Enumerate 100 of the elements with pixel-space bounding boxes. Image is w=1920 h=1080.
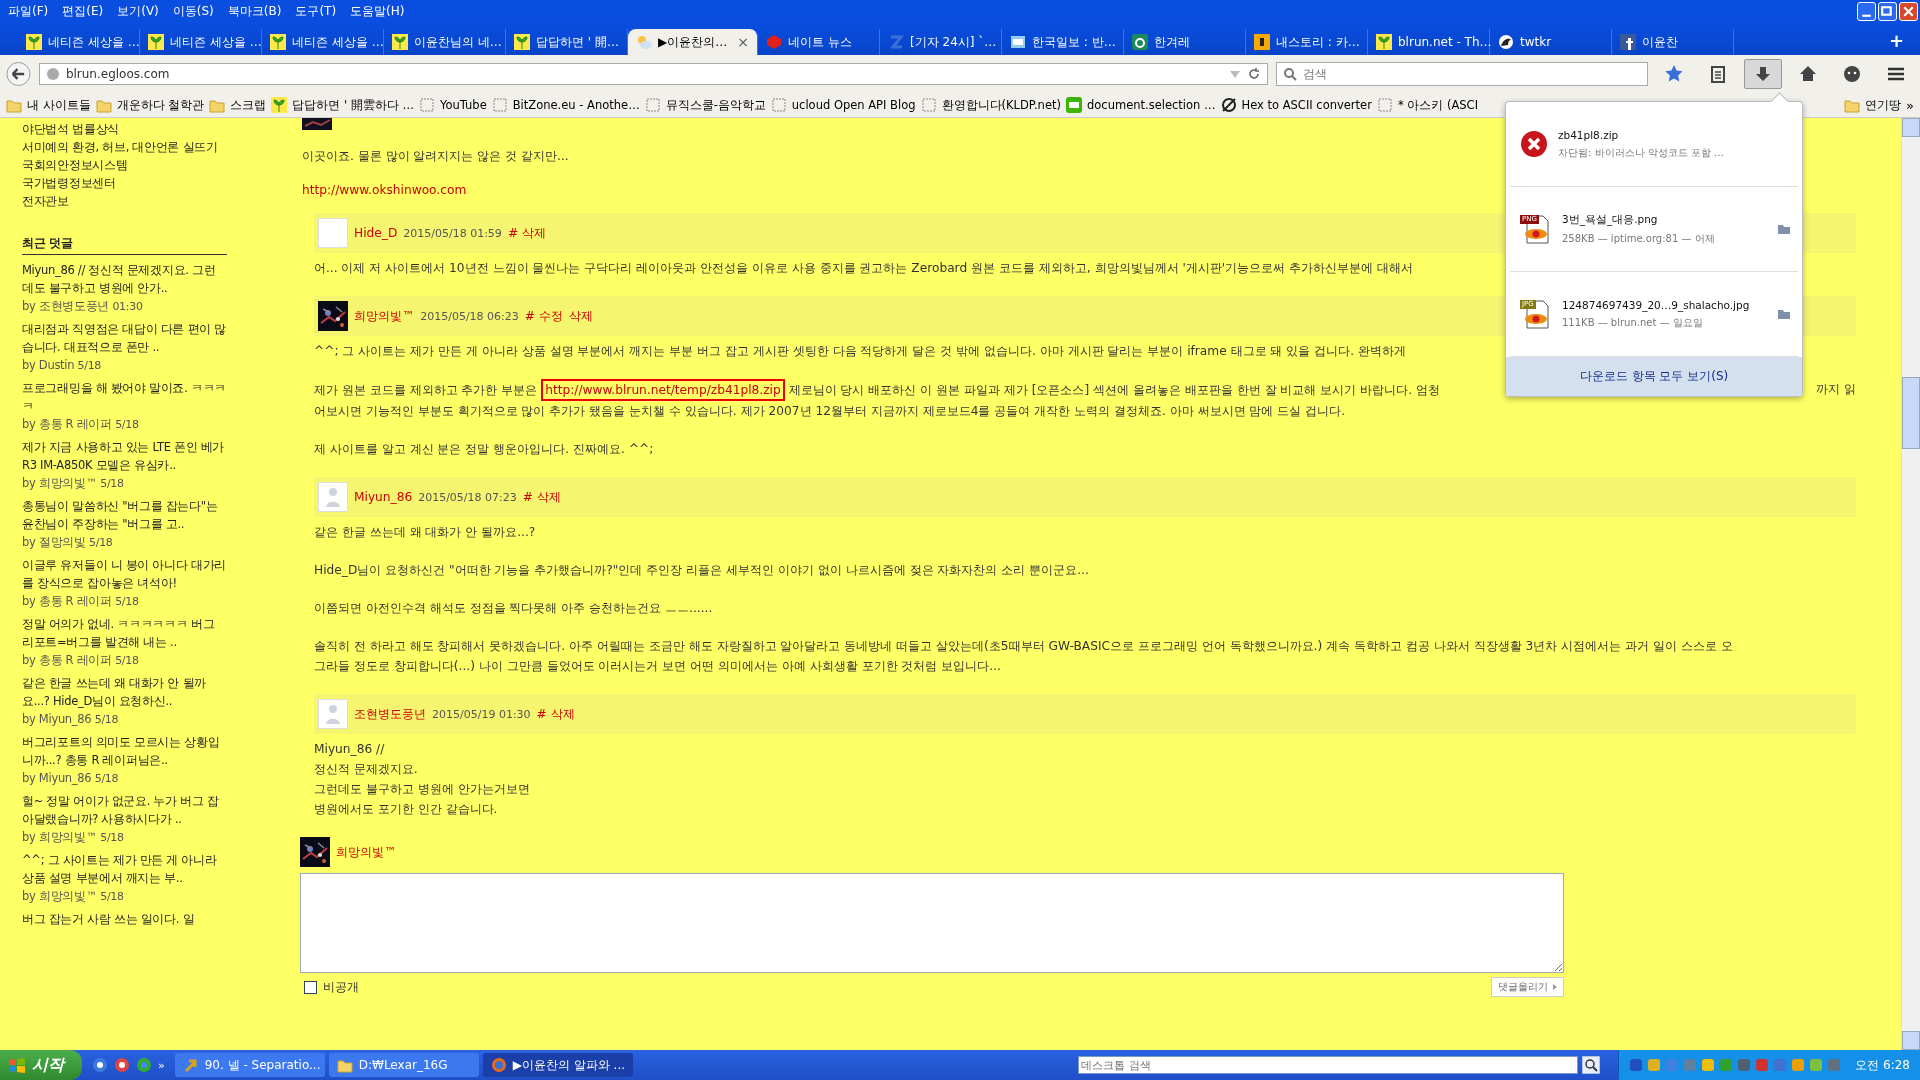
maximize-button[interactable] xyxy=(1878,2,1897,21)
checkbox[interactable] xyxy=(304,980,317,994)
menu-item[interactable]: 편집(E) xyxy=(62,2,104,20)
recent-comment-link[interactable]: Miyun_86 // 정신적 문제겠지요. 그런데도 불구하고 병원에 안가.. xyxy=(22,261,227,297)
bookmark-link[interactable]: BitZone.eu - Anothe… xyxy=(512,98,640,112)
globe-icon xyxy=(490,1057,507,1073)
submit-button[interactable]: 댓글올리기 xyxy=(1490,977,1564,997)
more-button[interactable]: » xyxy=(158,1058,165,1072)
show-all-downloads-button[interactable]: 다운로드 항목 모두 보기(S) xyxy=(1506,357,1802,396)
bookmark-link[interactable]: document.selection … xyxy=(1087,98,1216,112)
recent-comment-link[interactable]: 총통님이 말씀하신 "버그를 잡는다"는 윤찬님이 주장하는 "버그를 고.. xyxy=(22,497,227,533)
sidebar-link[interactable]: 국가법령정보센터 xyxy=(22,174,227,192)
scrollbar[interactable] xyxy=(1901,118,1920,1050)
comment-action-link[interactable]: # 삭제 xyxy=(507,224,546,242)
recent-comment-link[interactable]: ^^; 그 사이트는 제가 만든 게 아니라 상품 설명 부분에서 깨지는 부.. xyxy=(22,851,227,887)
close-button[interactable] xyxy=(1899,2,1918,21)
menu-item[interactable]: 도움말(H) xyxy=(350,2,405,20)
page-icon xyxy=(491,97,508,113)
sprout-icon xyxy=(271,97,288,113)
sidebar-link[interactable]: 전자관보 xyxy=(22,192,227,210)
comment-action-link[interactable]: 삭제 xyxy=(568,307,593,325)
bookmark-link[interactable]: ucloud Open API Blog xyxy=(791,98,916,112)
bookmark-link[interactable]: Hex to ASCII converter xyxy=(1241,98,1372,112)
comment-action-link[interactable]: # 삭제 xyxy=(536,705,575,723)
highlighted-link[interactable]: http://www.blrun.net/temp/zb41pl8.zip xyxy=(541,379,785,401)
tray-icon xyxy=(1665,1058,1680,1072)
taskbar-button[interactable]: D:₩Lexar_16G xyxy=(328,1053,479,1077)
search-icon xyxy=(1582,1056,1601,1074)
link[interactable]: http://www.okshinwoo.com xyxy=(302,183,467,197)
sidebar-link[interactable]: 국회의안정보시스템 xyxy=(22,156,227,174)
recent-comment-link[interactable]: 헐~ 정말 어이가 없군요. 누가 버그 잡아달랬습니까? 사용하시다가 .. xyxy=(22,792,227,828)
menu-item[interactable]: 북마크(B) xyxy=(227,2,282,20)
download-icon[interactable] xyxy=(1744,59,1782,89)
recent-comment-link[interactable]: 버그 잡는거 사람 쓰는 일이다. 일 xyxy=(22,910,227,928)
close-tab-button[interactable]: × xyxy=(737,34,749,50)
tray-icon xyxy=(1791,1058,1806,1072)
bookmark-link[interactable]: YouTube xyxy=(439,98,487,112)
recent-comment-link[interactable]: 같은 한글 쓰는데 왜 대화가 안 될까요...? Hide_D님이 요청하신.. xyxy=(22,674,227,710)
comment-action-link[interactable]: # 삭제 xyxy=(522,488,561,506)
folder-icon xyxy=(209,97,226,113)
comment-input[interactable] xyxy=(300,873,1564,973)
menu-item[interactable]: 보기(V) xyxy=(117,2,159,20)
bookmark-link[interactable]: 뮤직스쿨-음악학교 xyxy=(665,97,766,113)
more-bookmarks-button[interactable]: » xyxy=(1906,97,1914,113)
page-icon xyxy=(418,97,435,113)
scroll-thumb[interactable] xyxy=(1902,377,1920,449)
back-button[interactable] xyxy=(6,61,31,87)
taskbar-button[interactable]: 90. 넬 - Separatio... xyxy=(174,1053,325,1077)
menu-item[interactable]: 이동(S) xyxy=(172,2,214,20)
bookmark-link[interactable]: 내 사이트들 xyxy=(27,97,91,113)
address-bar[interactable]: blrun.egloos.com xyxy=(38,63,1268,85)
stripe-icon xyxy=(888,34,904,50)
bookmark-folder[interactable]: 연기땅 xyxy=(1865,97,1902,113)
folder-icon xyxy=(95,97,112,113)
comment-byline: by Miyun_86 5/18 xyxy=(22,711,120,728)
new-tab-button[interactable]: + xyxy=(1872,30,1920,55)
recent-comment-link[interactable]: 대리점과 직영점은 대답이 다른 편이 많습니다. 대표적으로 폰만 .. xyxy=(22,320,227,356)
comment-author: Hide_D xyxy=(354,226,398,240)
recent-comment-link[interactable]: 이글루 유저들이 니 봉이 아니다 대가리를 장식으로 잡아놓은 녀석아! xyxy=(22,556,227,592)
comment-action-link[interactable]: # 수정 xyxy=(524,307,563,325)
menu-item[interactable]: 파일(F) xyxy=(8,2,49,20)
recent-comment-link[interactable]: 정말 어의가 없네. ㅋㅋㅋㅋㅋㅋ 버그 리포트=버그를 발견해 내는 .. xyxy=(22,615,227,651)
browser-tab[interactable]: ▶이윤찬의… × xyxy=(628,29,758,55)
bookmark-link[interactable]: 개운하다 철학관 xyxy=(116,97,205,113)
recent-comment-link[interactable]: 제가 지금 사용하고 있는 LTE 폰인 베가R3 IM-A850K 모델은 유심카.. xyxy=(22,438,227,474)
sidebar-link[interactable]: 야단법석 법률상식 xyxy=(22,120,227,138)
comment-text: Hide_D님이 요청하신건 "어떠한 기능을 추가했습니까?"인데 주인장 리플은 세부적인 이야기 없이 나르시즘에 젖은 자화자찬의 소리 뿐이군요... xyxy=(314,562,1089,579)
paragraph: 이곳이죠. 물론 많이 알려지지는 않은 것 같지만... xyxy=(302,148,569,165)
comment-date: 2015/05/19 01:30 xyxy=(432,707,531,721)
comment-byline: by 희망의빛™ 5/18 xyxy=(22,829,125,846)
comment-byline: by 절망의빛 5/18 xyxy=(22,534,114,551)
bookmark-link[interactable]: 환영합니다(KLDP.net) xyxy=(941,97,1061,113)
bookmark-link[interactable]: 답답하면 ' 開雲하다 … xyxy=(292,97,414,113)
bookmark-link[interactable]: 스크랩 xyxy=(230,97,267,113)
comment-text: 병원에서도 포기한 인간 같습니다. xyxy=(314,801,498,818)
bookmark-link[interactable]: * 아스키 (ASCI xyxy=(1397,97,1479,113)
tile-icon xyxy=(1010,34,1026,50)
taskbar-button[interactable]: ▶이윤찬의 알파와 ... xyxy=(482,1053,633,1077)
recent-comment-link[interactable]: 프로그래밍을 해 봤어야 말이죠. ㅋㅋㅋㅋ xyxy=(22,379,227,415)
tray-icon xyxy=(1647,1058,1662,1072)
sprout-icon xyxy=(148,34,164,50)
desktop-search-field[interactable]: 데스크톱 검색 xyxy=(1078,1056,1579,1074)
comment-text: ^^; 그 사이트는 제가 만든 게 아니라 상품 설명 부분에서 깨지는 부분 버그 잡고 게시판 셋팅한 다음 적당하게 달은 것 밖에 없습니다. 아마 게시판 달리는 부분이 iframe 태그로 돼 있을 겁니다. 완벽하게 xyxy=(314,343,1406,360)
recent-comment-link[interactable]: 버그리포트의 의미도 모르시는 상황입니까...? 총통 R 레이퍼님은.. xyxy=(22,733,227,769)
minimize-button[interactable] xyxy=(1857,2,1876,21)
avatar-icon xyxy=(318,699,348,729)
commenter-name: 희망의빛™ xyxy=(336,843,397,861)
comment-date: 2015/05/18 06:23 xyxy=(420,309,519,323)
menu-item[interactable]: 도구(T) xyxy=(295,2,337,20)
sprout-icon xyxy=(392,34,408,50)
page-icon xyxy=(770,97,787,113)
download-status: 111KB — blrun.net — 일요일 xyxy=(1562,315,1704,330)
disc-icon xyxy=(114,1057,130,1073)
sidebar-link[interactable]: 서미예의 환경, 허브, 대안언론 실뜨기 xyxy=(22,138,227,156)
cube-icon xyxy=(766,34,782,50)
download-item[interactable]: zb41pl8.zip 차단됨: 바이러스나 악성코드 포함 … xyxy=(1510,102,1798,187)
file-name: zb41pl8.zip xyxy=(1558,128,1620,141)
comment-date: 2015/05/18 07:23 xyxy=(418,490,517,504)
search-field[interactable]: 검색 xyxy=(1276,62,1648,86)
folder-icon xyxy=(1778,224,1790,234)
